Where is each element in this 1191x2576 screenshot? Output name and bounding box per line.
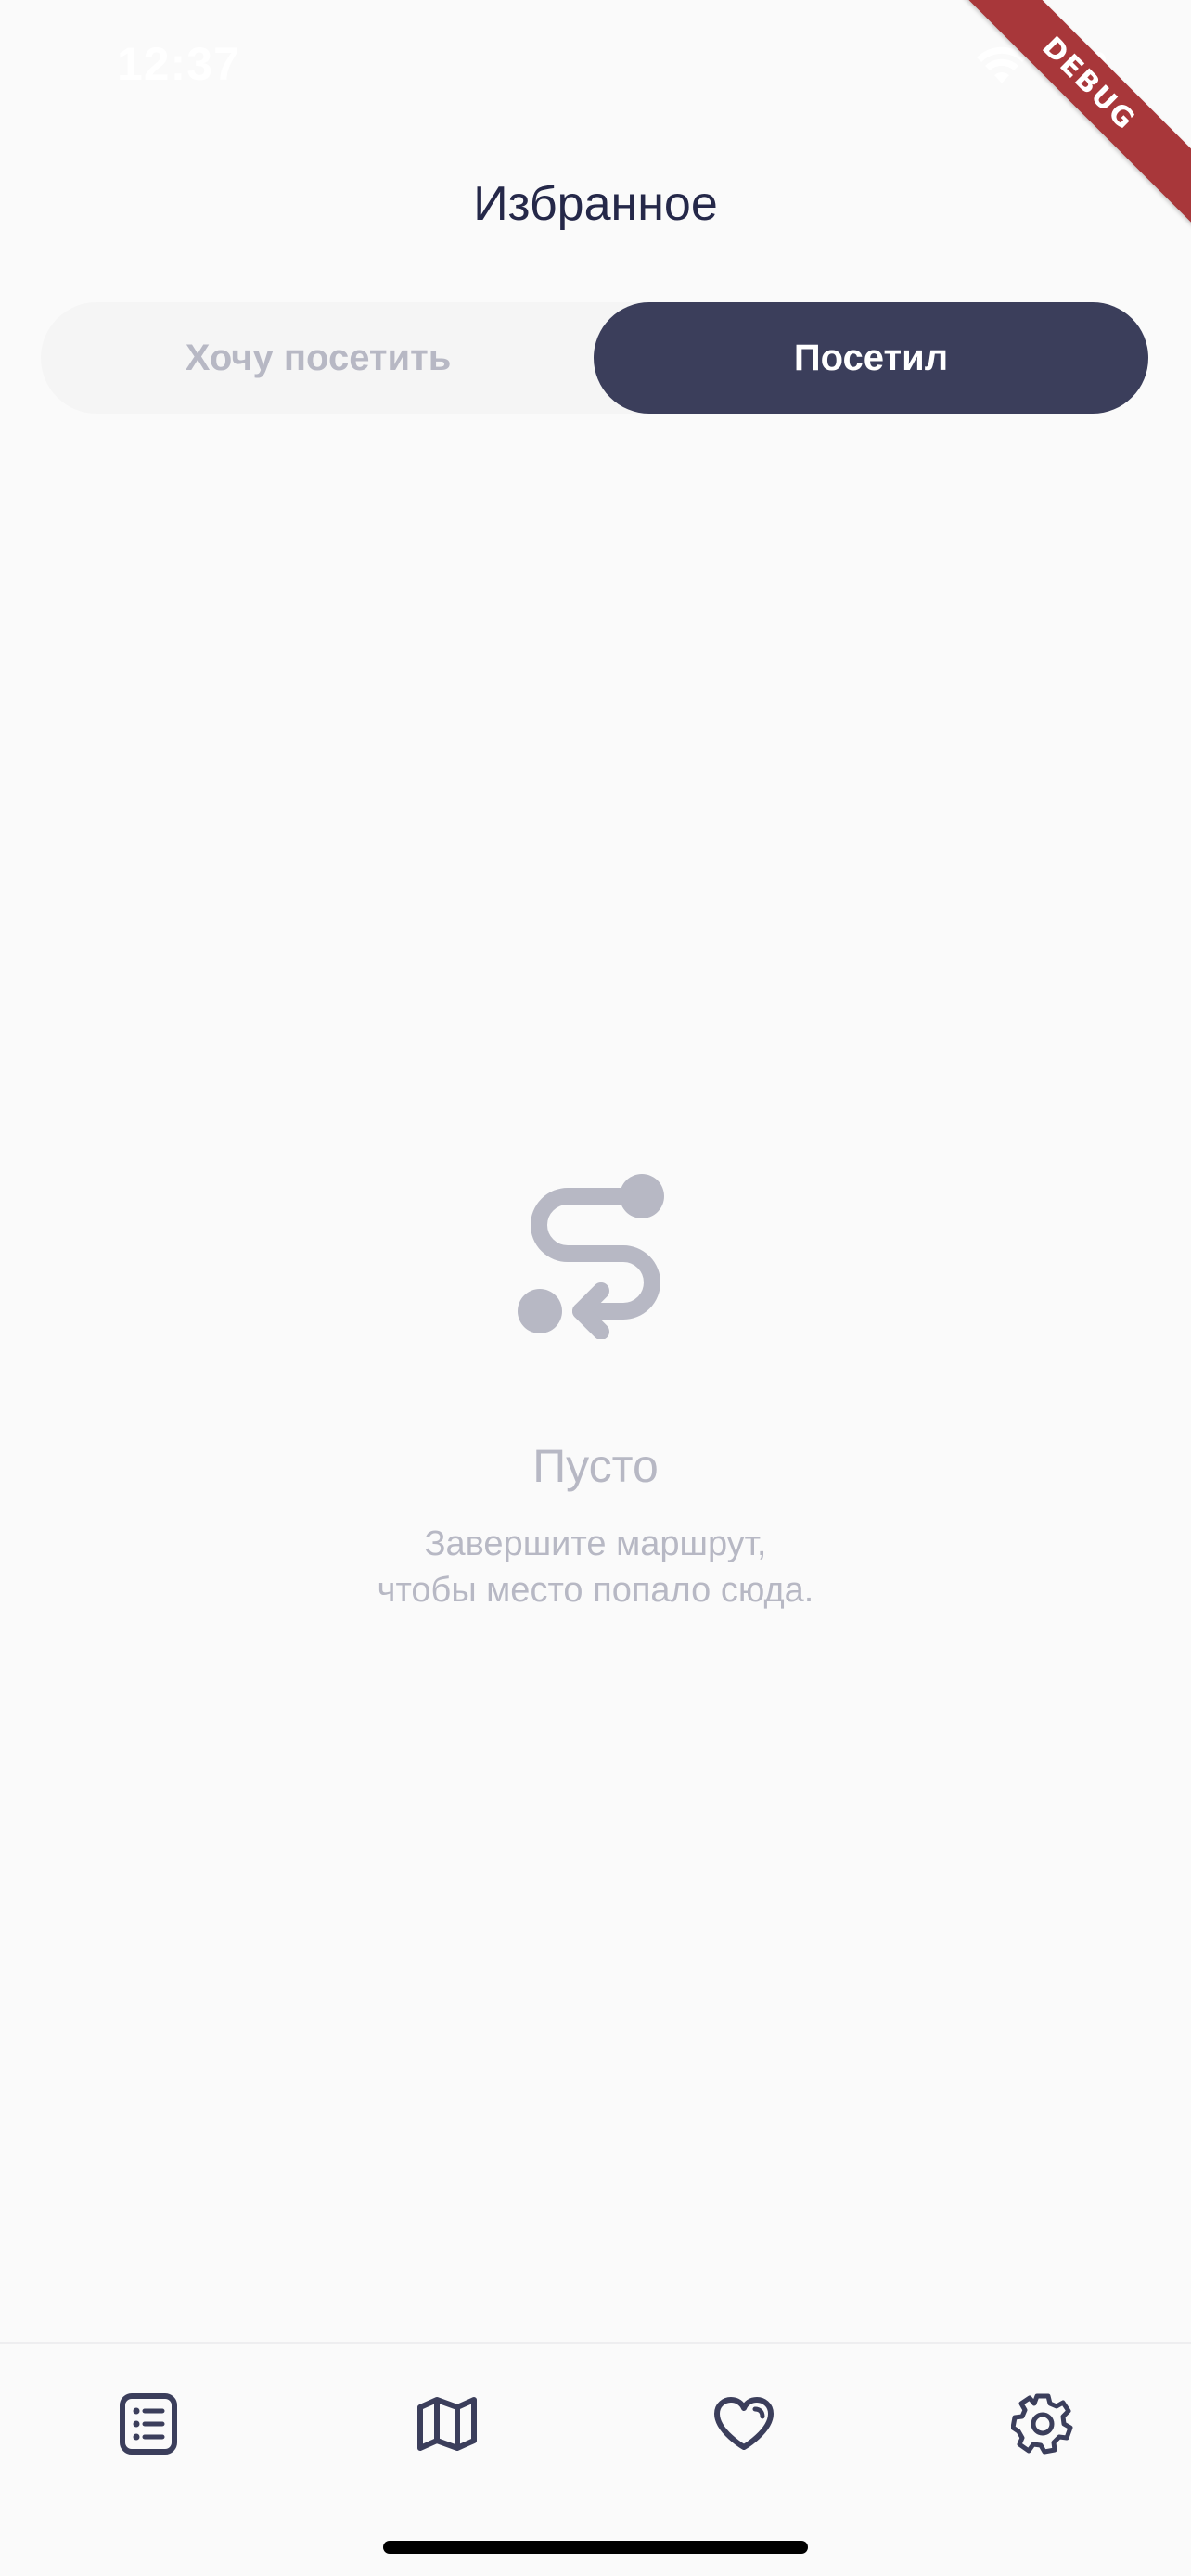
nav-list-button[interactable] (111, 2387, 186, 2461)
nav-favorites-button[interactable] (707, 2387, 781, 2461)
settings-icon (1011, 2393, 1073, 2455)
list-icon (120, 2393, 177, 2455)
page-title: Избранное (473, 177, 718, 231)
segmented-control: Хочу посетить Посетил (41, 302, 1148, 414)
tab-visited[interactable]: Посетил (594, 302, 1148, 414)
nav-map-button[interactable] (410, 2387, 484, 2461)
wifi-icon (977, 46, 1027, 83)
home-indicator[interactable] (383, 2541, 808, 2554)
status-time: 12:37 (117, 38, 240, 90)
empty-state-message: Завершите маршрут, чтобы место попало сю… (0, 1521, 1191, 1613)
favorites-screen: 12:37 DEBUG Избранное Хочу посетить Посе… (0, 0, 1191, 2576)
route-icon (518, 1174, 664, 1339)
map-icon (417, 2397, 477, 2451)
empty-state-line-1: Завершите маршрут, (424, 1524, 767, 1563)
empty-state-title: Пусто (532, 1440, 659, 1492)
nav-settings-button[interactable] (1005, 2387, 1080, 2461)
tab-want-to-visit[interactable]: Хочу посетить (41, 302, 596, 414)
empty-state-line-2: чтобы место попало сюда. (377, 1571, 814, 1610)
heart-icon (714, 2397, 774, 2450)
